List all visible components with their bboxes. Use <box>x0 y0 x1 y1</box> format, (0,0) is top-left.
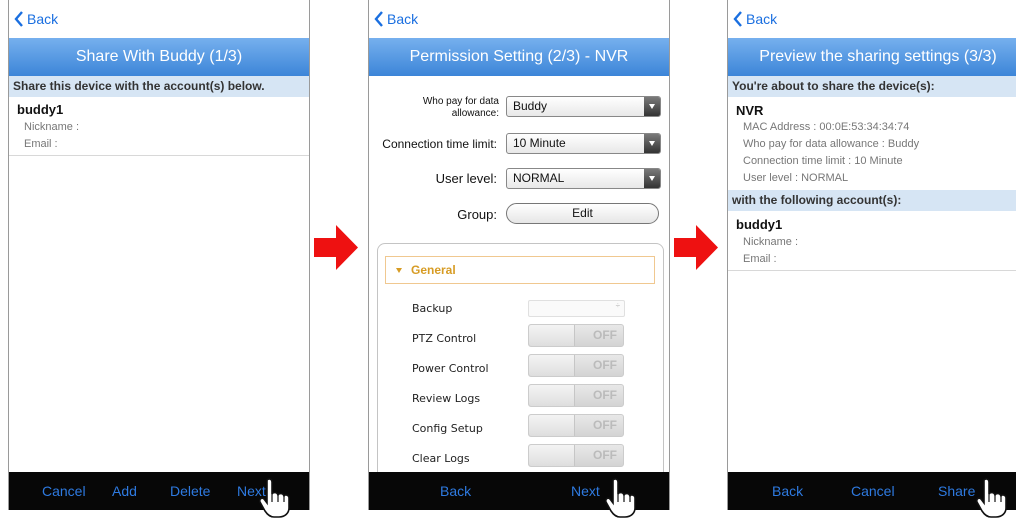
hand-pointer-icon <box>976 478 1007 518</box>
connection-limit-select[interactable]: 10 Minute <box>506 133 661 154</box>
bottom-toolbar: Back Cancel Share <box>728 472 1016 510</box>
who-pay-label: Who pay for data allowance: <box>422 96 499 119</box>
delete-button[interactable]: Delete <box>170 472 210 510</box>
section-header-accounts: with the following account(s): <box>728 190 1016 211</box>
perm-label-clear: Clear Logs <box>412 452 470 465</box>
chevron-left-icon <box>733 11 742 27</box>
section-header-devices: You're about to share the device(s): <box>728 76 1016 97</box>
review-logs-toggle[interactable]: OFF <box>528 384 624 407</box>
caret-down-icon <box>396 268 402 273</box>
group-label: Group: <box>457 207 497 222</box>
divider <box>728 270 1016 271</box>
back-toolbar-button[interactable]: Back <box>772 472 803 510</box>
ptz-control-toggle[interactable]: OFF <box>528 324 624 347</box>
screen-title: Share With Buddy (1/3) <box>9 38 309 76</box>
preview-sharing-screen: Back Preview the sharing settings (3/3) … <box>727 0 1016 510</box>
chevron-left-icon <box>14 11 23 27</box>
add-button[interactable]: Add <box>112 472 137 510</box>
toggle-knob <box>529 355 575 376</box>
clear-logs-toggle[interactable]: OFF <box>528 444 624 467</box>
account-name: buddy1 <box>736 217 783 232</box>
device-detail-mac: MAC Address : 00:0E:53:34:34:74 <box>743 121 910 133</box>
dropdown-arrow-icon <box>644 97 660 116</box>
toggle-state: OFF <box>593 418 617 432</box>
perm-label-ptz: PTZ Control <box>412 332 477 345</box>
nickname-label: Nickname : <box>24 121 80 133</box>
power-control-toggle[interactable]: OFF <box>528 354 624 377</box>
device-detail-who-pay: Who pay for data allowance : Buddy <box>743 138 920 150</box>
cancel-button[interactable]: Cancel <box>851 472 895 510</box>
back-button[interactable]: Back <box>728 0 1016 38</box>
toggle-state: OFF <box>593 328 617 342</box>
who-pay-value: Buddy <box>513 99 548 113</box>
screen-title: Permission Setting (2/3) - NVR <box>369 38 669 76</box>
group-edit-button[interactable]: Edit <box>506 203 659 224</box>
dropdown-arrow-icon <box>644 169 660 188</box>
email-label: Email : <box>24 138 58 150</box>
device-name: NVR <box>736 103 764 118</box>
back-button[interactable]: Back <box>9 0 309 38</box>
hand-pointer-icon <box>605 478 636 518</box>
toggle-state: OFF <box>593 388 617 402</box>
config-setup-toggle[interactable]: OFF <box>528 414 624 437</box>
backup-select[interactable] <box>528 300 625 317</box>
back-button[interactable]: Back <box>369 0 669 38</box>
connection-limit-label: Connection time limit: <box>382 137 497 151</box>
user-level-label: User level: <box>435 171 497 186</box>
divider <box>9 155 309 156</box>
permission-setting-screen: Back Permission Setting (2/3) - NVR Who … <box>368 0 670 510</box>
who-pay-select[interactable]: Buddy <box>506 96 661 117</box>
hand-pointer-icon <box>259 478 290 518</box>
back-label: Back <box>746 11 778 27</box>
user-level-value: NORMAL <box>513 171 565 185</box>
back-toolbar-button[interactable]: Back <box>440 472 471 510</box>
screen-title: Preview the sharing settings (3/3) <box>728 38 1016 76</box>
dropdown-arrow-icon <box>644 134 660 153</box>
account-name: buddy1 <box>17 102 64 117</box>
section-header: Share this device with the account(s) be… <box>9 76 309 97</box>
device-detail-user-level: User level : NORMAL <box>743 172 849 184</box>
device-detail-conn-limit: Connection time limit : 10 Minute <box>743 155 903 167</box>
perm-label-backup: Backup <box>412 302 453 315</box>
connection-limit-value: 10 Minute <box>513 136 566 150</box>
back-label: Back <box>387 11 419 27</box>
red-arrow-icon <box>674 225 718 270</box>
next-button[interactable]: Next <box>571 472 600 510</box>
general-section-header[interactable]: General <box>385 256 655 284</box>
back-label: Back <box>27 11 59 27</box>
toggle-knob <box>529 445 575 466</box>
toggle-state: OFF <box>593 448 617 462</box>
cancel-button[interactable]: Cancel <box>42 472 86 510</box>
chevron-left-icon <box>374 11 383 27</box>
toggle-knob <box>529 325 575 346</box>
toggle-state: OFF <box>593 358 617 372</box>
permissions-panel: General Backup PTZ Control OFF Power Con… <box>377 243 664 510</box>
toggle-knob <box>529 415 575 436</box>
share-with-buddy-screen: Back Share With Buddy (1/3) Share this d… <box>8 0 310 510</box>
share-button[interactable]: Share <box>938 472 975 510</box>
red-arrow-icon <box>314 225 358 270</box>
user-level-select[interactable]: NORMAL <box>506 168 661 189</box>
perm-label-power: Power Control <box>412 362 489 375</box>
perm-label-review: Review Logs <box>412 392 481 405</box>
nickname-label: Nickname : <box>743 236 799 248</box>
perm-label-config: Config Setup <box>412 422 483 435</box>
email-label: Email : <box>743 253 777 265</box>
toggle-knob <box>529 385 575 406</box>
general-label: General <box>411 263 456 277</box>
